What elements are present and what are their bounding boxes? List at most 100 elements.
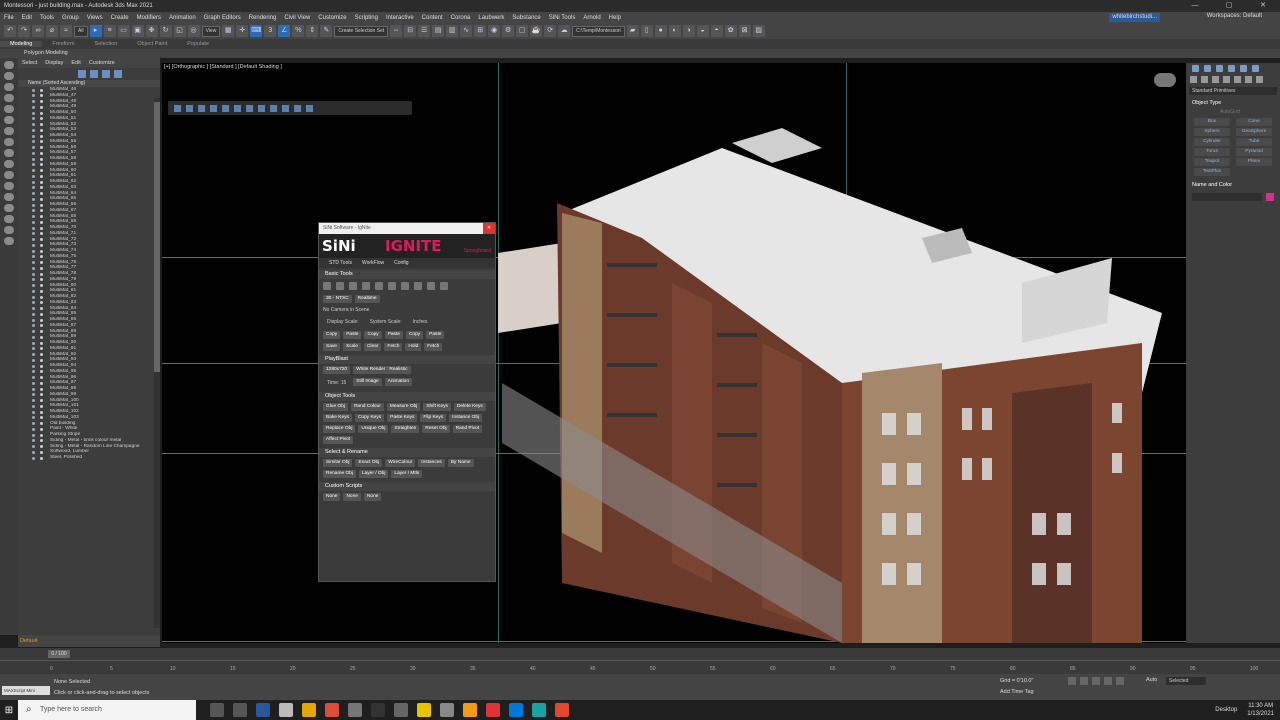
app-icon[interactable]: [555, 703, 569, 717]
rand-pivot-button[interactable]: Rand Pivot: [452, 425, 483, 433]
cortana-icon[interactable]: [210, 703, 224, 717]
render-online-icon[interactable]: ☁: [558, 25, 571, 37]
sini-tab-config[interactable]: Config: [394, 258, 408, 268]
link-icon[interactable]: ∞: [32, 25, 44, 37]
reference-coord-dropdown[interactable]: View: [201, 25, 221, 37]
arnold-ipr-icon[interactable]: ◒: [696, 25, 709, 37]
menu-views[interactable]: Views: [87, 15, 103, 21]
desktop-label[interactable]: Desktop: [1215, 707, 1237, 713]
unlink-icon[interactable]: ⌀: [46, 25, 58, 37]
scene-list-item[interactable]: Steel, Polished: [18, 455, 160, 461]
undo-icon[interactable]: ↶: [4, 25, 16, 37]
teapot-button[interactable]: Teapot: [1194, 158, 1230, 166]
time-slider[interactable]: 0 / 100: [48, 650, 70, 658]
play-icon[interactable]: [1092, 677, 1100, 685]
menu-tools[interactable]: Tools: [40, 15, 54, 21]
paste-button[interactable]: Paste: [343, 331, 362, 339]
basic-tools-header[interactable]: Basic Tools: [319, 270, 495, 279]
go-to-end-icon[interactable]: [1116, 677, 1124, 685]
menu-edit[interactable]: Edit: [22, 15, 32, 21]
ribbon-toggle-icon[interactable]: ▥: [446, 25, 459, 37]
view-icon[interactable]: [388, 282, 396, 290]
grid-icon[interactable]: [375, 282, 383, 290]
menu-rendering[interactable]: Rendering: [249, 15, 277, 21]
select-manipulate-icon[interactable]: ✛: [236, 25, 249, 37]
align-icon[interactable]: ⊟: [404, 25, 417, 37]
display-bones-icon[interactable]: [4, 182, 14, 190]
window-crossing-icon[interactable]: ▣: [131, 25, 144, 37]
name-and-color-header[interactable]: Name and Color: [1186, 179, 1280, 191]
ribbon-tab-populate[interactable]: Populate: [177, 41, 219, 47]
straighten-button[interactable]: Straighten: [391, 425, 420, 433]
script-slot[interactable]: None: [363, 493, 382, 501]
affect-pivot-button[interactable]: Affect Pivot: [323, 436, 354, 444]
select-by-name-icon[interactable]: ≡: [103, 25, 116, 37]
app-icon[interactable]: [486, 703, 500, 717]
material-editor-icon[interactable]: ◉: [488, 25, 501, 37]
lights-icon[interactable]: [1212, 75, 1219, 83]
files-icon[interactable]: [279, 703, 293, 717]
maximize-button[interactable]: ▢: [1212, 0, 1246, 12]
scene-menu-customize[interactable]: Customize: [89, 58, 115, 68]
display-frozen-icon[interactable]: [4, 204, 14, 212]
selection-filter-dropdown[interactable]: All: [74, 25, 88, 37]
sini-taskbar-icon[interactable]: [371, 703, 385, 717]
layer-mtls-button[interactable]: Layer / Mtls: [391, 470, 423, 478]
add-time-tag-button[interactable]: Add Time Tag: [1000, 689, 1034, 695]
helpers-icon[interactable]: [1234, 75, 1241, 83]
user-account-button[interactable]: whitebirchstudi...: [1109, 13, 1160, 22]
tube-button[interactable]: Tube: [1236, 138, 1272, 146]
spacewarps-icon[interactable]: [1245, 75, 1252, 83]
utilities-tab-icon[interactable]: [1252, 64, 1259, 72]
schematic-view-icon[interactable]: ⊞: [474, 25, 487, 37]
pivot-icon[interactable]: [427, 282, 435, 290]
scale-button[interactable]: Scale: [342, 343, 361, 351]
resolution-dropdown[interactable]: 1280x720: [323, 366, 351, 374]
fetch-button[interactable]: Fetch: [424, 343, 443, 351]
glue-obj-button[interactable]: Glue Obj: [323, 403, 348, 411]
toolbar-tool-icon[interactable]: [246, 104, 253, 112]
realtime-checkbox[interactable]: Realtime: [354, 295, 380, 303]
3dsmax-icon[interactable]: [532, 703, 546, 717]
display-xrefs-icon[interactable]: [4, 171, 14, 179]
rendered-frame-window-icon[interactable]: ▢: [516, 25, 529, 37]
layer-obj-button[interactable]: Layer / Obj: [358, 470, 389, 478]
instances-button[interactable]: Instances: [418, 459, 445, 467]
key-filter-dropdown[interactable]: Selected: [1166, 677, 1206, 685]
white-render-dropdown[interactable]: White Render : Realistic: [353, 366, 411, 374]
box-button[interactable]: Box: [1194, 118, 1230, 126]
object-name-input[interactable]: [1192, 193, 1262, 201]
open-folder-icon[interactable]: ▰: [626, 25, 639, 37]
toolbar-tool-icon[interactable]: [174, 104, 181, 112]
menu-help[interactable]: Help: [609, 15, 621, 21]
display-all-icon[interactable]: [4, 72, 14, 80]
save-file-icon[interactable]: ▯: [640, 25, 653, 37]
previous-frame-icon[interactable]: [1080, 677, 1088, 685]
bake-keys-button[interactable]: Bake Keys: [323, 414, 352, 422]
ribbon-tab-object-paint[interactable]: Object Paint: [127, 41, 177, 47]
menu-animation[interactable]: Animation: [169, 15, 196, 21]
geosphere-button[interactable]: GeoSphere: [1236, 128, 1272, 136]
hierarchy-tab-icon[interactable]: [1216, 64, 1223, 72]
menu-create[interactable]: Create: [111, 15, 129, 21]
sini-tab-workflow[interactable]: WorkFlow: [362, 258, 384, 268]
copy-button[interactable]: Copy: [405, 331, 424, 339]
animation-button[interactable]: Animation: [384, 378, 413, 386]
edit-named-sets-icon[interactable]: ✎: [320, 25, 333, 37]
measure-obj-button[interactable]: Measure Obj: [386, 403, 421, 411]
pin-icon[interactable]: [114, 70, 122, 78]
layer-explorer-icon[interactable]: ▤: [432, 25, 445, 37]
display-helpers-icon[interactable]: [4, 138, 14, 146]
display-materials-icon[interactable]: [4, 226, 14, 234]
paste-button[interactable]: Paste: [384, 331, 403, 339]
display-containers-icon[interactable]: [4, 193, 14, 201]
systems-icon[interactable]: [1256, 75, 1263, 83]
display-tab-icon[interactable]: [1240, 64, 1247, 72]
lock-icon[interactable]: [102, 70, 110, 78]
place-icon[interactable]: ◎: [187, 25, 200, 37]
frame-icon[interactable]: [414, 282, 422, 290]
save-button[interactable]: Save: [323, 343, 340, 351]
menu-customize[interactable]: Customize: [318, 15, 346, 21]
display-hidden-icon[interactable]: [4, 215, 14, 223]
toolbar-tool-icon[interactable]: [198, 104, 205, 112]
